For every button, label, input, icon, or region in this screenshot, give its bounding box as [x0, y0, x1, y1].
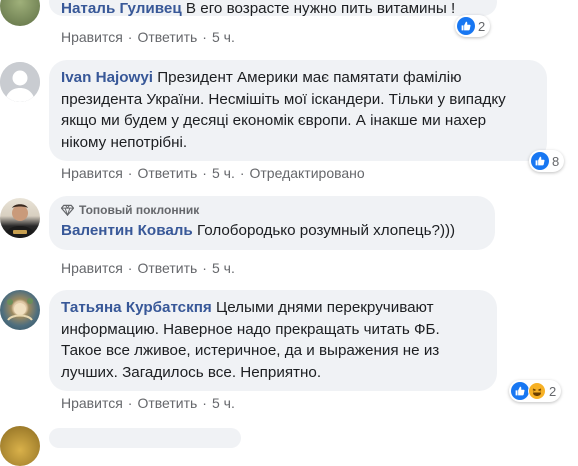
timestamp[interactable]: 5 ч.: [212, 395, 235, 411]
avatar[interactable]: [0, 0, 40, 26]
like-icon: [531, 152, 549, 170]
avatar[interactable]: [0, 426, 40, 466]
comment-text: В его возрасте нужно пить витамины !: [185, 0, 456, 17]
comment-author[interactable]: Наталь Гуливец: [61, 0, 182, 17]
comment-actions: Нравится · Ответить · 5 ч.: [61, 260, 235, 276]
comment-actions: Нравится · Ответить · 5 ч.: [61, 29, 235, 45]
timestamp[interactable]: 5 ч.: [212, 260, 235, 276]
like-link[interactable]: Нравится: [61, 165, 123, 181]
reaction-count: 2: [549, 383, 557, 399]
like-link[interactable]: Нравится: [61, 29, 123, 45]
reply-link[interactable]: Ответить: [137, 29, 197, 45]
reaction-summary[interactable]: 2: [509, 380, 562, 402]
comment-author[interactable]: Татьяна Курбатскпя: [61, 299, 212, 316]
reaction-count: 8: [552, 153, 560, 169]
reply-link[interactable]: Ответить: [137, 260, 197, 276]
avatar[interactable]: [0, 198, 40, 238]
like-icon: [511, 382, 529, 400]
comment-text: Голобородько розумный хлопець?))): [197, 222, 456, 239]
badge-line: Топовый поклонник: [61, 202, 483, 218]
like-link[interactable]: Нравится: [61, 260, 123, 276]
comment-bubble: [49, 428, 241, 448]
haha-icon: [528, 382, 546, 400]
like-icon: [457, 17, 475, 35]
comment-actions: Нравится · Ответить · 5 ч. · Отредактировано: [61, 165, 365, 181]
reaction-count: 2: [478, 18, 486, 34]
diamond-icon: [61, 204, 74, 216]
comment-author[interactable]: Ivan Hajowyi: [61, 69, 153, 86]
reply-link[interactable]: Ответить: [137, 395, 197, 411]
like-link[interactable]: Нравится: [61, 395, 123, 411]
edited-label[interactable]: Отредактировано: [250, 165, 365, 181]
timestamp[interactable]: 5 ч.: [212, 165, 235, 181]
comment-actions: Нравится · Ответить · 5 ч.: [61, 395, 235, 411]
user-photo: [7, 298, 33, 321]
timestamp[interactable]: 5 ч.: [212, 29, 235, 45]
comment-bubble: Ivan Hajowyi Президент Америки має памят…: [49, 60, 547, 161]
reaction-summary[interactable]: 8: [529, 150, 565, 172]
comment-bubble: Татьяна Курбатскпя Целыми днями перекруч…: [49, 290, 497, 391]
avatar[interactable]: [0, 62, 40, 102]
top-fan-badge[interactable]: Топовый поклонник: [79, 202, 199, 218]
comment-bubble: Наталь Гуливец В его возрасте нужно пить…: [49, 0, 497, 17]
reply-link[interactable]: Ответить: [137, 165, 197, 181]
avatar[interactable]: [0, 290, 40, 330]
reaction-summary[interactable]: 2: [455, 15, 491, 37]
user-photo: [4, 204, 36, 238]
comment-bubble: Топовый поклонник Валентин Коваль Голобо…: [49, 196, 495, 250]
default-user-icon: [0, 62, 40, 102]
comment-author[interactable]: Валентин Коваль: [61, 222, 193, 239]
